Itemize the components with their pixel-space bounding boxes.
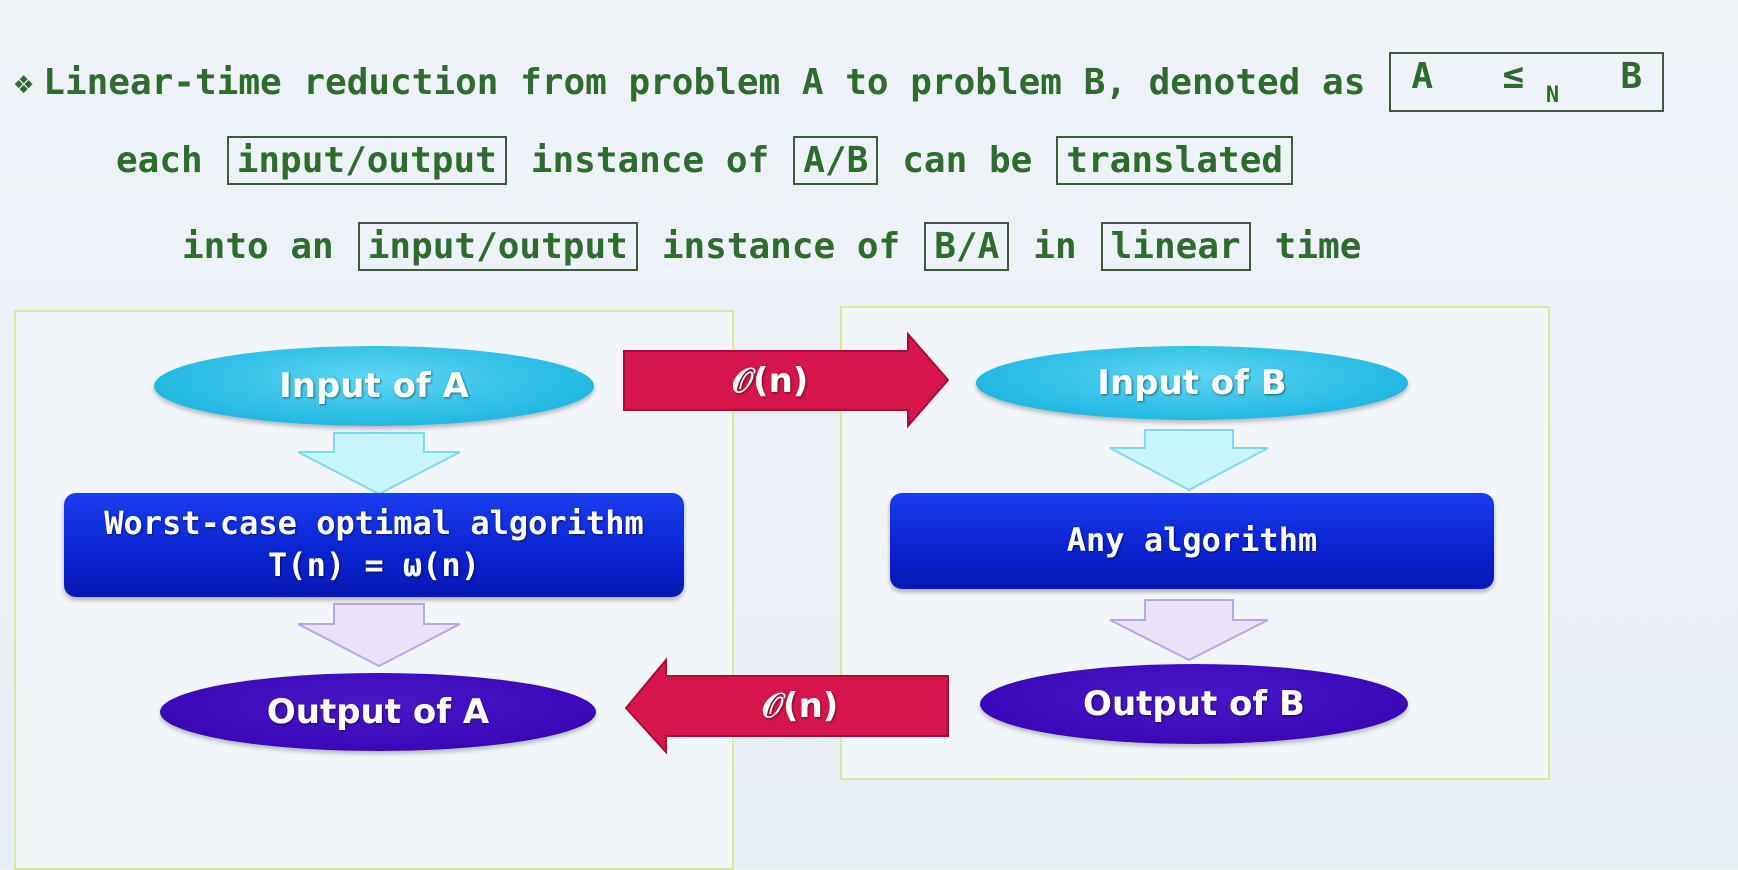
algorithm-a-line1: Worst-case optimal algorithm	[104, 504, 644, 543]
input-b-ellipse: Input of B	[976, 346, 1408, 420]
algorithm-a-line2: T(n) = ω(n)	[268, 546, 480, 584]
down-arrow-input-to-algorithm-b	[1109, 429, 1269, 492]
output-a-label: Output of A	[266, 692, 490, 732]
output-b-ellipse: Output of B	[980, 664, 1408, 744]
input-a-label: Input of A	[279, 366, 469, 406]
down-arrow-algorithm-to-output-a	[297, 603, 461, 668]
worst-case-algorithm-box: Worst-case optimal algorithm T(n) = ω(n)	[64, 493, 684, 597]
down-arrow-input-to-algorithm-a	[297, 432, 461, 496]
forward-arrow-label: 𝒪(n)	[731, 361, 809, 401]
output-a-ellipse: Output of A	[160, 673, 596, 751]
backward-arrow-label: 𝒪(n)	[761, 686, 839, 726]
input-a-ellipse: Input of A	[154, 346, 594, 426]
down-arrow-algorithm-to-output-b	[1109, 599, 1269, 662]
input-b-label: Input of B	[1097, 363, 1287, 403]
algorithm-b-label: Any algorithm	[1066, 521, 1318, 560]
any-algorithm-box: Any algorithm	[890, 493, 1494, 589]
output-b-label: Output of B	[1083, 684, 1305, 724]
